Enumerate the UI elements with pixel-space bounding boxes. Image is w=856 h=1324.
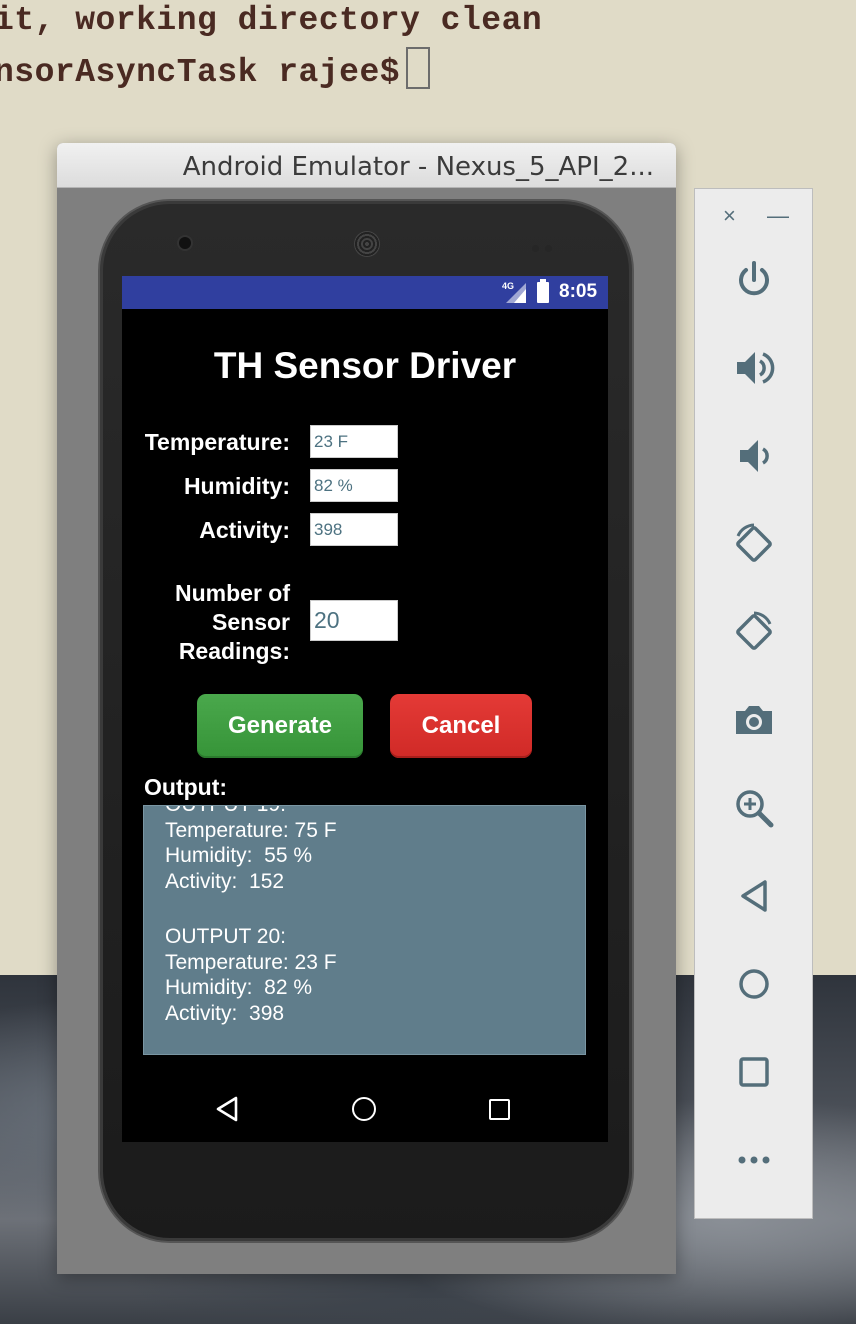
emulator-title: Android Emulator - Nexus_5_API_2... bbox=[182, 152, 654, 182]
volume-down-icon[interactable] bbox=[725, 427, 783, 485]
output-line: Temperature: 23 F bbox=[165, 950, 337, 974]
temperature-label: Temperature: bbox=[144, 429, 290, 455]
zoom-icon[interactable] bbox=[725, 779, 783, 837]
nav-overview-icon[interactable] bbox=[489, 1099, 510, 1120]
humidity-label: Humidity: bbox=[183, 473, 290, 499]
nav-home-icon[interactable] bbox=[352, 1097, 376, 1121]
camera-icon[interactable] bbox=[725, 691, 783, 749]
emulator-control-panel: × — bbox=[694, 188, 813, 1219]
minimize-icon[interactable]: — bbox=[767, 203, 789, 229]
terminal-cursor bbox=[406, 47, 431, 89]
battery-icon bbox=[537, 279, 549, 303]
nav-back-icon[interactable] bbox=[215, 1096, 239, 1122]
network-type: 4G bbox=[502, 281, 515, 291]
terminal-line: it, working directory clean bbox=[0, 2, 543, 39]
output-line: Activity: 398 bbox=[165, 1001, 285, 1025]
output-panel[interactable]: OUTPUT 19:Temperature: 75 FHumidity: 55 … bbox=[143, 805, 586, 1055]
output-label: Output: bbox=[144, 774, 228, 800]
output-text: OUTPUT 19:Temperature: 75 FHumidity: 55 … bbox=[165, 806, 337, 1026]
rotate-right-icon[interactable] bbox=[725, 603, 783, 661]
output-line: Activity: 152 bbox=[165, 869, 285, 893]
more-icon[interactable] bbox=[725, 1131, 783, 1189]
emulator-window: Android Emulator - Nexus_5_API_2... 4G 8… bbox=[57, 143, 676, 1274]
output-line: OUTPUT 19: bbox=[165, 806, 337, 818]
power-icon[interactable] bbox=[725, 251, 783, 309]
output-line: OUTPUT 20: bbox=[165, 925, 286, 948]
volume-up-icon[interactable] bbox=[725, 339, 783, 397]
back-icon[interactable] bbox=[725, 867, 783, 925]
terminal-prompt: nsorAsyncTask rajee$ bbox=[0, 47, 431, 91]
front-camera bbox=[179, 237, 191, 249]
close-icon[interactable]: × bbox=[723, 203, 736, 229]
generate-button[interactable]: Generate bbox=[197, 694, 363, 758]
overview-icon[interactable] bbox=[725, 1043, 783, 1101]
rotate-left-icon[interactable] bbox=[725, 515, 783, 573]
output-line: Humidity: 82 % bbox=[165, 976, 313, 999]
device-screen: 4G 8:05 TH Sensor Driver Temperature: 23… bbox=[122, 276, 608, 1142]
activity-label: Activity: bbox=[199, 517, 290, 543]
readings-label: Number of Sensor Readings: bbox=[175, 579, 290, 666]
earpiece bbox=[354, 231, 380, 257]
readings-label-line: Sensor bbox=[212, 609, 290, 635]
app-title: TH Sensor Driver bbox=[213, 345, 517, 386]
home-icon[interactable] bbox=[725, 955, 783, 1013]
phone-frame: 4G 8:05 TH Sensor Driver Temperature: 23… bbox=[100, 201, 632, 1241]
readings-label-line: Readings: bbox=[178, 638, 290, 664]
temperature-field[interactable]: 23 F bbox=[310, 425, 398, 458]
status-bar: 4G 8:05 bbox=[122, 276, 608, 309]
emulator-titlebar[interactable]: Android Emulator - Nexus_5_API_2... bbox=[57, 143, 676, 188]
terminal-prompt-text: nsorAsyncTask rajee$ bbox=[0, 54, 401, 91]
humidity-field[interactable]: 82 % bbox=[310, 469, 398, 502]
status-time: 8:05 bbox=[559, 281, 598, 302]
output-line: Temperature: 75 F bbox=[165, 818, 337, 842]
output-line: Humidity: 55 % bbox=[165, 844, 313, 867]
readings-label-line: Number of bbox=[175, 580, 290, 606]
navigation-bar bbox=[122, 1076, 608, 1142]
activity-field[interactable]: 398 bbox=[310, 513, 398, 546]
cancel-button[interactable]: Cancel bbox=[390, 694, 532, 758]
proximity-sensor bbox=[532, 239, 562, 252]
readings-field[interactable]: 20 bbox=[310, 600, 398, 641]
